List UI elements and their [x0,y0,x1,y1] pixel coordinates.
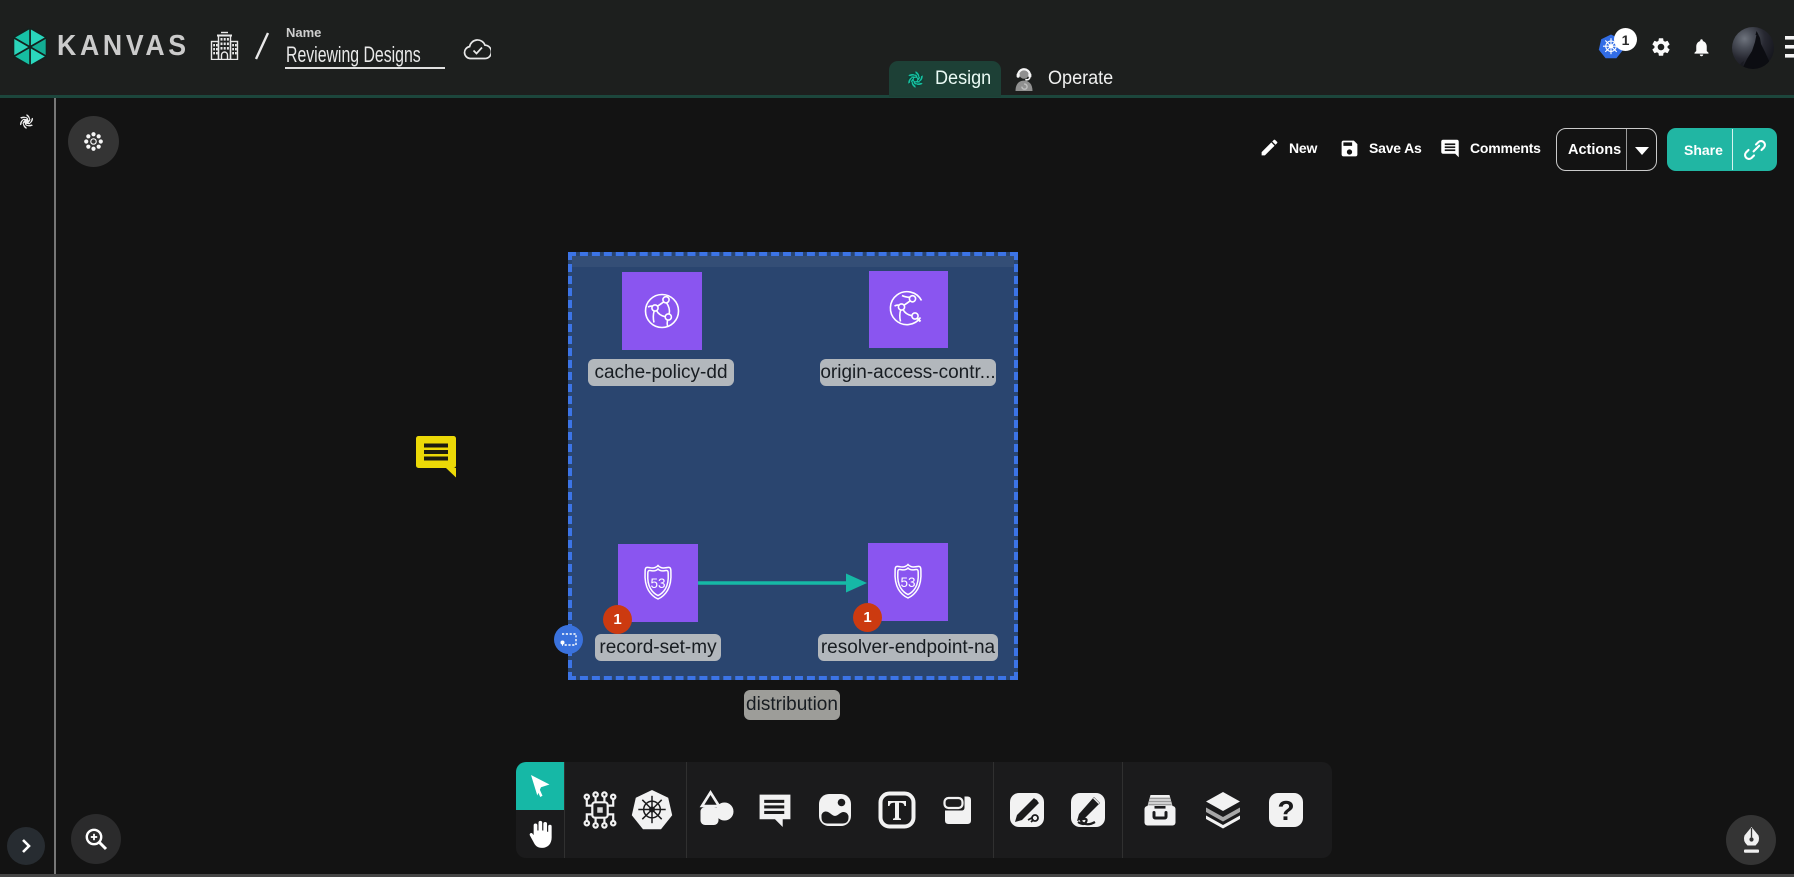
svg-text:?: ? [1277,795,1294,826]
svg-text:53: 53 [900,575,915,590]
svg-text:53: 53 [650,576,665,591]
